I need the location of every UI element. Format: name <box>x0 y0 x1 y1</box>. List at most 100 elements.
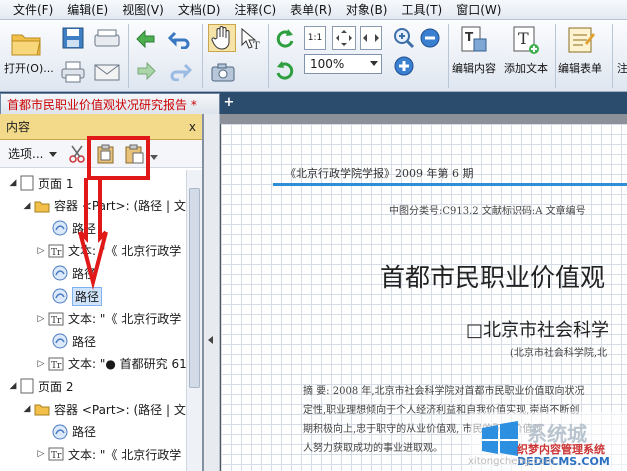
tree-expander-icon[interactable]: ▷ <box>36 449 46 459</box>
undo-button[interactable] <box>166 28 194 50</box>
hand-icon <box>211 26 230 50</box>
new-tab-button[interactable]: + <box>222 96 236 110</box>
panel-title: 内容 <box>6 120 31 134</box>
tree-row[interactable]: ▷ Tr 文本: "《 北京行政学 <box>36 240 181 262</box>
tab-document[interactable]: 首都市民职业价值观状况研究报告 * <box>0 93 220 114</box>
tree-expander-icon[interactable]: ◢ <box>8 178 18 188</box>
article-affiliation: (北京市社会科学院,北 <box>510 348 608 359</box>
tree-row-label: 路径 <box>72 425 97 440</box>
open-label[interactable]: 打开(O)... <box>4 60 54 76</box>
header-rule <box>273 183 627 186</box>
edit-form-icon <box>568 27 595 53</box>
undo-icon <box>168 31 190 49</box>
watermark-url: xitongcheng.com <box>468 456 555 467</box>
back-button[interactable] <box>134 28 158 50</box>
folder-icon <box>11 34 41 56</box>
abstract-line: 摘 要: 2008 年,北京市社会科学院对首都市民职业价值取向状况 <box>303 386 585 397</box>
menu-item[interactable]: 编辑(E) <box>60 0 115 20</box>
rotate-ccw-button[interactable] <box>272 58 298 82</box>
edit-form-button[interactable] <box>565 24 597 56</box>
zoom-out-button[interactable] <box>418 26 442 50</box>
options-menu[interactable]: 选项... <box>8 145 58 162</box>
annotation-label-cut[interactable]: 注 <box>617 60 627 76</box>
menu-item[interactable]: 文档(D) <box>171 0 228 20</box>
tree-expander-icon[interactable]: ◢ <box>8 381 18 391</box>
chevron-down-icon[interactable] <box>370 61 378 66</box>
rotate-cw-icon <box>276 29 294 48</box>
menu-item[interactable]: 窗口(W) <box>449 0 508 20</box>
fit-width-icon <box>363 34 379 42</box>
fit-page-button[interactable] <box>332 26 356 50</box>
camera-icon <box>211 63 235 82</box>
add-text-icon: T <box>513 26 539 54</box>
add-text-label[interactable]: 添加文本 <box>504 60 548 76</box>
tree-expander-icon[interactable]: ▷ <box>36 246 46 256</box>
path-icon <box>52 288 68 304</box>
tree-row[interactable]: ◢ 页面 1 <box>8 172 73 194</box>
actual-size-button[interactable]: 1:1 <box>304 26 326 50</box>
text-object-icon: Tr <box>48 447 64 461</box>
tree-expander-icon[interactable]: ▷ <box>36 359 46 369</box>
email-button[interactable] <box>92 60 122 84</box>
tree-expander-icon[interactable]: ◢ <box>22 404 32 414</box>
edit-content-icon: T <box>461 26 487 52</box>
fit-width-button[interactable] <box>360 26 382 50</box>
paste-dropdown[interactable] <box>150 150 158 164</box>
magnifier-plus-icon <box>394 28 415 49</box>
collapse-arrow-icon[interactable] <box>208 336 213 344</box>
edit-form-label[interactable]: 编辑表单 <box>558 60 602 76</box>
menu-item[interactable]: 文件(F) <box>6 0 60 20</box>
open-button[interactable] <box>8 26 44 60</box>
folder-icon <box>34 199 50 213</box>
scan-button[interactable] <box>92 26 122 50</box>
edit-content-button[interactable]: T <box>458 24 490 56</box>
cut-button[interactable] <box>68 145 86 166</box>
redo-button[interactable] <box>166 60 194 82</box>
tree-row[interactable]: 路径 <box>40 330 96 352</box>
annotation-highlight-box <box>87 136 150 180</box>
save-button[interactable] <box>60 26 86 50</box>
tree-expander-icon[interactable]: ▷ <box>36 314 46 324</box>
tree-row[interactable]: ▷ Tr 文本: "● 首都研究 61 <box>36 353 186 375</box>
tab-document-title: 首都市民职业价值观状况研究报告 * <box>7 97 197 112</box>
tree-row[interactable]: 路径 <box>40 421 96 443</box>
add-text-button[interactable]: T <box>510 24 542 56</box>
tree-row[interactable]: ▷ Tr 文本: "《 北京行政学 <box>36 443 181 465</box>
menu-item[interactable]: 对象(B) <box>339 0 395 20</box>
panel-splitter[interactable] <box>204 114 220 471</box>
menu-item[interactable]: 注释(C) <box>227 0 283 20</box>
snapshot-button[interactable] <box>210 60 236 84</box>
text-object-icon: Tr <box>48 312 64 326</box>
menu-item[interactable]: 表单(R) <box>283 0 339 20</box>
print-button[interactable] <box>60 60 86 84</box>
document-tab-bar: 首都市民职业价值观状况研究报告 * + <box>0 92 627 114</box>
tree-row-label: 文本: "● 首都研究 61 <box>68 357 186 372</box>
zoom-select[interactable]: 100% <box>304 54 382 74</box>
tree-row[interactable]: ▷ Tr 文本: "《 北京行政学 <box>36 308 181 330</box>
actual-size-icon: 1:1 <box>307 33 323 43</box>
path-icon <box>52 220 68 236</box>
menu-item[interactable]: 工具(T) <box>394 0 449 20</box>
svg-text:Tr: Tr <box>51 248 62 258</box>
tree-row-label: 路径 <box>72 334 97 349</box>
tree-row[interactable]: ◢ 容器 <Part>: (路径 | 文 <box>22 398 186 420</box>
tree-scrollbar[interactable] <box>186 170 202 471</box>
scrollbar-thumb[interactable] <box>189 188 200 388</box>
tree-expander-icon[interactable]: ◢ <box>22 201 32 211</box>
tree-row[interactable]: ◢ 页面 2 <box>8 375 73 397</box>
forward-button[interactable] <box>134 60 158 82</box>
hand-tool-button[interactable] <box>208 24 236 52</box>
rotate-cw-button[interactable] <box>272 26 298 50</box>
arrow-left-icon <box>136 29 155 49</box>
svg-text:T: T <box>518 29 529 48</box>
text-object-icon: Tr <box>48 244 64 258</box>
menu-item[interactable]: 视图(V) <box>115 0 171 20</box>
rotate-ccw-icon <box>276 61 294 80</box>
edit-content-label[interactable]: 编辑内容 <box>452 60 496 76</box>
scissors-icon <box>69 145 85 163</box>
close-icon[interactable]: x <box>189 120 196 134</box>
zoom-in-button[interactable] <box>392 54 416 78</box>
zoom-in-tool-button[interactable] <box>392 26 416 50</box>
select-text-button[interactable]: T <box>238 26 264 52</box>
arrow-right-icon <box>137 61 156 81</box>
